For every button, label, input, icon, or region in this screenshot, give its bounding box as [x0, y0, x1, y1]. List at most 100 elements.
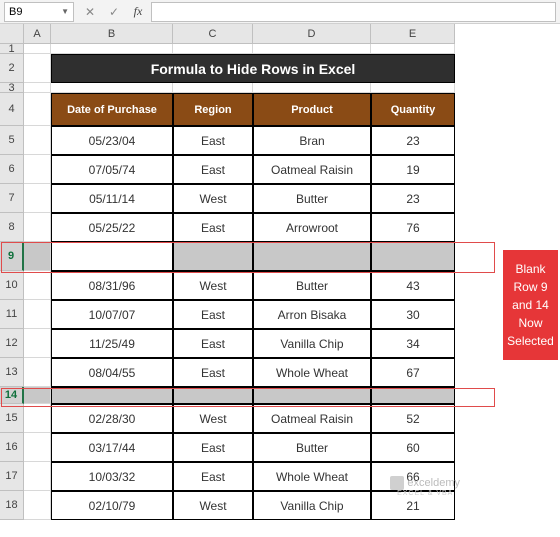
cell[interactable]	[24, 126, 51, 155]
cell[interactable]	[24, 462, 51, 491]
formula-input[interactable]	[151, 2, 556, 22]
cell[interactable]	[24, 93, 51, 126]
table-cell[interactable]: West	[173, 184, 253, 213]
cell[interactable]	[24, 358, 51, 387]
table-cell[interactable]: 43	[371, 271, 455, 300]
cell[interactable]	[24, 300, 51, 329]
table-cell[interactable]: Oatmeal Raisin	[253, 155, 371, 184]
row-header[interactable]: 17	[0, 462, 24, 491]
cell[interactable]	[24, 155, 51, 184]
row-header[interactable]: 10	[0, 271, 24, 300]
table-cell[interactable]: 05/11/14	[51, 184, 173, 213]
table-cell[interactable]: Butter	[253, 433, 371, 462]
cell[interactable]	[173, 44, 253, 54]
cell[interactable]	[24, 404, 51, 433]
table-cell[interactable]: 30	[371, 300, 455, 329]
col-header-c[interactable]: C	[173, 24, 253, 44]
fx-icon[interactable]: fx	[127, 2, 149, 22]
col-header-b[interactable]: B	[51, 24, 173, 44]
table-cell[interactable]: West	[173, 491, 253, 520]
table-cell[interactable]: Butter	[253, 271, 371, 300]
col-header-a[interactable]: A	[24, 24, 51, 44]
cell[interactable]	[24, 83, 51, 93]
table-cell[interactable]: Oatmeal Raisin	[253, 404, 371, 433]
table-cell[interactable]: East	[173, 155, 253, 184]
cell[interactable]	[24, 184, 51, 213]
row-header[interactable]: 2	[0, 54, 24, 83]
table-cell[interactable]: 67	[371, 358, 455, 387]
col-header-d[interactable]: D	[253, 24, 371, 44]
cell[interactable]	[253, 44, 371, 54]
cell[interactable]	[24, 54, 51, 83]
table-cell[interactable]: 10/07/07	[51, 300, 173, 329]
table-header-region[interactable]: Region	[173, 93, 253, 126]
cell[interactable]	[51, 44, 173, 54]
table-cell[interactable]: 23	[371, 126, 455, 155]
cancel-icon[interactable]: ✕	[79, 2, 101, 22]
table-cell[interactable]: East	[173, 433, 253, 462]
table-cell[interactable]: Bran	[253, 126, 371, 155]
confirm-icon[interactable]: ✓	[103, 2, 125, 22]
table-cell[interactable]: Whole Wheat	[253, 358, 371, 387]
table-cell[interactable]: West	[173, 271, 253, 300]
table-cell[interactable]: 08/04/55	[51, 358, 173, 387]
cell[interactable]	[51, 83, 173, 93]
table-header-quantity[interactable]: Quantity	[371, 93, 455, 126]
row-header[interactable]: 3	[0, 83, 24, 93]
cell[interactable]	[24, 329, 51, 358]
table-cell[interactable]: 07/05/74	[51, 155, 173, 184]
table-header-date[interactable]: Date of Purchase	[51, 93, 173, 126]
cell[interactable]	[24, 271, 51, 300]
table-cell[interactable]: Arron Bisaka	[253, 300, 371, 329]
cell-selected[interactable]	[173, 387, 253, 404]
row-header[interactable]: 1	[0, 44, 24, 54]
table-cell[interactable]: 02/10/79	[51, 491, 173, 520]
cell-selected[interactable]	[253, 387, 371, 404]
row-header[interactable]: 7	[0, 184, 24, 213]
row-header-selected[interactable]: 14	[0, 387, 24, 404]
row-header[interactable]: 16	[0, 433, 24, 462]
row-header[interactable]: 8	[0, 213, 24, 242]
table-cell[interactable]: 08/31/96	[51, 271, 173, 300]
table-cell[interactable]: East	[173, 358, 253, 387]
table-cell[interactable]: East	[173, 126, 253, 155]
cell-selected[interactable]	[371, 242, 455, 271]
table-cell[interactable]: Whole Wheat	[253, 462, 371, 491]
name-box-dropdown-icon[interactable]: ▼	[61, 7, 69, 16]
table-cell[interactable]: 10/03/32	[51, 462, 173, 491]
table-cell[interactable]: Vanilla Chip	[253, 491, 371, 520]
table-cell[interactable]: 11/25/49	[51, 329, 173, 358]
table-cell[interactable]: 52	[371, 404, 455, 433]
row-header[interactable]: 6	[0, 155, 24, 184]
table-cell[interactable]: 05/25/22	[51, 213, 173, 242]
row-header[interactable]: 15	[0, 404, 24, 433]
cell-selected[interactable]	[173, 242, 253, 271]
table-cell[interactable]: East	[173, 329, 253, 358]
cell[interactable]	[24, 44, 51, 54]
table-cell[interactable]: 05/23/04	[51, 126, 173, 155]
table-cell[interactable]: Vanilla Chip	[253, 329, 371, 358]
active-cell[interactable]	[51, 242, 173, 271]
table-cell[interactable]: East	[173, 462, 253, 491]
cell[interactable]	[371, 44, 455, 54]
cell-selected[interactable]	[24, 387, 51, 404]
row-header[interactable]: 13	[0, 358, 24, 387]
cell[interactable]	[24, 213, 51, 242]
table-cell[interactable]: 02/28/30	[51, 404, 173, 433]
cell-selected[interactable]	[24, 242, 51, 271]
col-header-e[interactable]: E	[371, 24, 455, 44]
table-cell[interactable]: 23	[371, 184, 455, 213]
table-cell[interactable]: East	[173, 213, 253, 242]
table-cell[interactable]: 19	[371, 155, 455, 184]
table-cell[interactable]: East	[173, 300, 253, 329]
cell[interactable]	[371, 83, 455, 93]
table-cell[interactable]: 76	[371, 213, 455, 242]
table-cell[interactable]: West	[173, 404, 253, 433]
cell[interactable]	[173, 83, 253, 93]
row-header[interactable]: 12	[0, 329, 24, 358]
cell[interactable]	[253, 83, 371, 93]
sheet-title[interactable]: Formula to Hide Rows in Excel	[51, 54, 455, 83]
row-header[interactable]: 18	[0, 491, 24, 520]
row-header[interactable]: 4	[0, 93, 24, 126]
row-header[interactable]: 11	[0, 300, 24, 329]
